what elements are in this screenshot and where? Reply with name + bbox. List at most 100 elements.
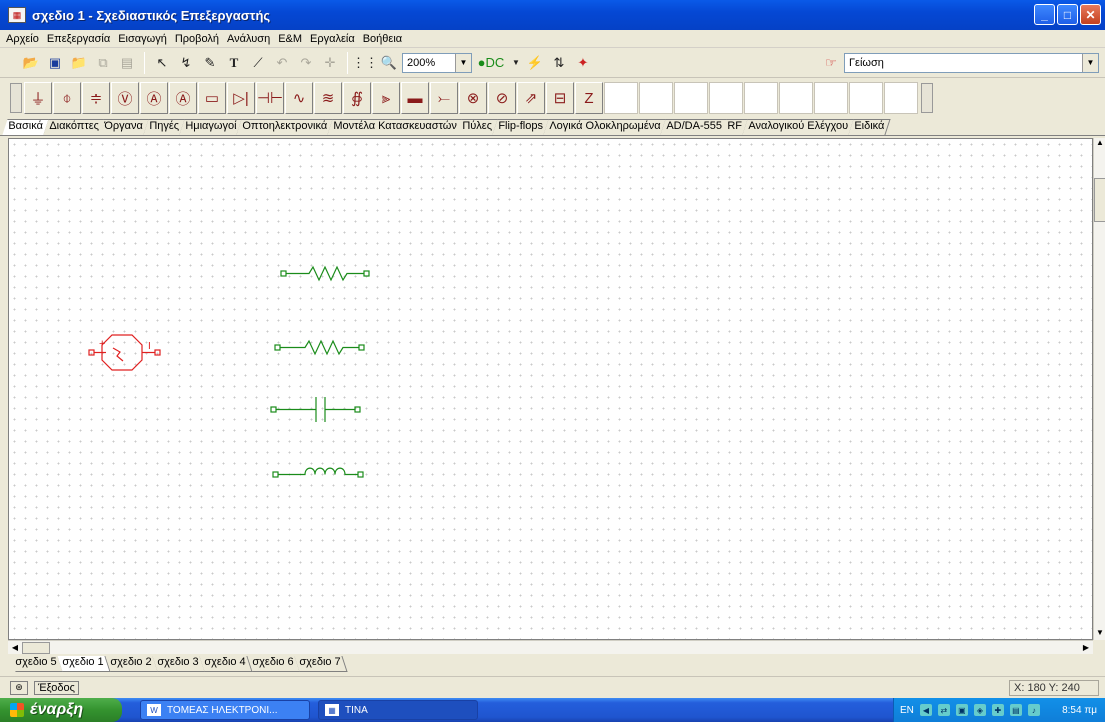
potentiometer-icon[interactable]: ⇗ [517,82,545,114]
menu-insert[interactable]: Εισαγωγή [118,33,167,45]
scroll-left-icon[interactable]: ◀ [8,641,22,655]
palette-tab-flip-flops[interactable]: Flip-flops [492,119,550,135]
fuse-icon[interactable]: ▬ [401,82,429,114]
text-icon[interactable]: T [223,52,245,74]
battery-icon[interactable]: ≑ [82,82,110,114]
toolbar-scroll-left[interactable] [10,83,22,113]
dc-analysis-icon[interactable]: ●DC [474,52,508,74]
open-folder-icon[interactable]: 📂 [20,52,42,74]
sheet-tab-3[interactable]: σχεδιο 3 [152,656,206,672]
crosshair-icon[interactable]: ✛ [319,52,341,74]
component-finder-icon[interactable]: ☞ [820,52,842,74]
vertical-scroll-thumb[interactable] [1094,178,1105,222]
wire-icon[interactable]: ↯ [175,52,197,74]
capacitor-icon[interactable]: ⊣⊢ [256,82,284,114]
inductor-icon[interactable]: ∿ [285,82,313,114]
ground-icon[interactable]: ⏚ [24,82,52,114]
menu-tools[interactable]: Εργαλεία [310,33,355,45]
palette-tab-optoelectronics[interactable]: Οπτοηλεκτρονικά [236,119,334,135]
save-icon[interactable]: ▣ [44,52,66,74]
zoom-select[interactable]: 200% ▼ [402,52,472,73]
pointer-icon[interactable]: ↖ [151,52,173,74]
motor-icon[interactable]: ⊘ [488,82,516,114]
line-tool-icon[interactable]: ⟋ [247,52,269,74]
coupling-icon[interactable]: ⫸ [372,82,400,114]
sheet-tab-5[interactable]: σχεδιο 5 [10,656,64,672]
horizontal-scrollbar[interactable]: ◀ ▶ [8,640,1093,654]
capacitor[interactable] [270,397,361,422]
probe-icon[interactable]: ✦ [572,52,594,74]
sheet-tab-1[interactable]: σχεδιο 1 [57,656,112,672]
chevron-down-icon[interactable]: ▼ [1082,53,1098,72]
taskbar-item-word[interactable]: W ΤΟΜΕΑΣ ΗΛΕΚΤΡΟΝΙ... [140,700,310,720]
component-select[interactable]: Γείωση ▼ [844,52,1099,73]
palette-tab-ad-da-555[interactable]: AD/DA-555 [660,119,729,135]
voltage-source-icon[interactable]: ⌽ [53,82,81,114]
resistor-1[interactable] [280,265,370,282]
menu-edit[interactable]: Επεξεργασία [47,33,110,45]
copy-icon[interactable]: ⧉ [92,52,114,74]
lamp-icon[interactable]: ⊗ [459,82,487,114]
palette-tab-analog-control[interactable]: Αναλογικού Ελέγχου [742,119,855,135]
voltmeter-icon[interactable]: Ⓥ [111,82,139,114]
impedance-icon[interactable]: Z [575,82,603,114]
inductor[interactable] [272,467,364,478]
language-indicator[interactable]: EN [900,705,914,716]
ammeter-icon[interactable]: Ⓐ [140,82,168,114]
switch-icon[interactable]: ⤚ [430,82,458,114]
coupled-inductor-icon[interactable]: ∯ [343,82,371,114]
palette-tab-logic-ics[interactable]: Λογικά Ολοκληρωμένα [542,119,667,135]
undo-icon[interactable]: ↶ [271,52,293,74]
grid-icon[interactable]: ⋮⋮ [352,52,378,74]
minimize-button[interactable]: _ [1034,4,1055,25]
zoom-icon[interactable]: 🔍 [378,52,400,74]
open-icon[interactable]: 📁 [68,52,90,74]
sheet-tab-2[interactable]: σχεδιο 2 [105,656,159,672]
trf-icon[interactable]: ⇅ [548,52,570,74]
paste-icon[interactable]: ▤ [116,52,138,74]
vertical-scrollbar[interactable]: ▲ ▼ [1093,138,1105,640]
tray-network-icon[interactable]: ⇄ [937,704,950,716]
sheet-tab-7[interactable]: σχεδιο 7 [294,656,348,672]
palette-tab-basic[interactable]: Βασικά [2,119,50,135]
ac-analysis-icon[interactable]: ⚡ [524,52,546,74]
sheet-tab-4[interactable]: σχεδιο 4 [199,656,254,672]
close-button[interactable]: ✕ [1080,4,1101,25]
menu-help[interactable]: Βοήθεια [363,33,402,45]
tray-security-icon[interactable]: ✚ [991,704,1004,716]
pencil-icon[interactable]: ✎ [199,52,221,74]
resistor-icon[interactable]: ▭ [198,82,226,114]
app-icon[interactable]: ▦ [8,7,26,23]
start-button[interactable]: έναρξη [0,698,122,722]
redo-icon[interactable]: ↷ [295,52,317,74]
diode-icon[interactable]: ▷| [227,82,255,114]
palette-tab-switches[interactable]: Διακόπτες [43,119,105,135]
scroll-up-icon[interactable]: ▲ [1094,138,1105,150]
menu-analysis[interactable]: Ανάλυση [227,33,270,45]
connector-icon[interactable]: ⊟ [546,82,574,114]
scroll-right-icon[interactable]: ▶ [1079,641,1093,655]
tray-shield-icon[interactable]: ◈ [973,704,986,716]
chevron-down-icon[interactable]: ▼ [510,52,522,74]
toolbar-scroll-right[interactable] [921,83,933,113]
menu-tm[interactable]: Ε&Μ [278,33,302,45]
taskbar-item-tina[interactable]: ▦ TINA [318,700,478,720]
exit-button[interactable]: ⊛ Έξοδος [10,680,79,695]
taskbar-clock[interactable]: 8:54 πμ [1062,705,1097,716]
palette-tab-semiconductors[interactable]: Ημιαγωγοί [178,119,243,135]
title-bar[interactable]: ▦ σχεδιο 1 - Σχεδιαστικός Επεξεργαστής _… [0,0,1105,30]
menu-file[interactable]: Αρχείο [6,33,39,45]
current-meter-icon[interactable]: Ⓐ [169,82,197,114]
tray-back-icon[interactable]: ◀ [919,704,932,716]
sheet-tab-6[interactable]: σχεδιο 6 [247,656,301,672]
palette-tab-manufacturer-models[interactable]: Μοντέλα Κατασκευαστών [327,119,463,135]
tray-monitor-icon[interactable]: ▣ [955,704,968,716]
schematic-canvas[interactable]: + I [8,138,1093,640]
menu-view[interactable]: Προβολή [175,33,219,45]
palette-tab-special[interactable]: Ειδικά [848,119,891,135]
tray-display-icon[interactable]: ▤ [1009,704,1022,716]
maximize-button[interactable]: □ [1057,4,1078,25]
palette-tab-instruments[interactable]: Όργανα [98,119,150,135]
transformer-icon[interactable]: ≋ [314,82,342,114]
scroll-down-icon[interactable]: ▼ [1094,628,1105,640]
